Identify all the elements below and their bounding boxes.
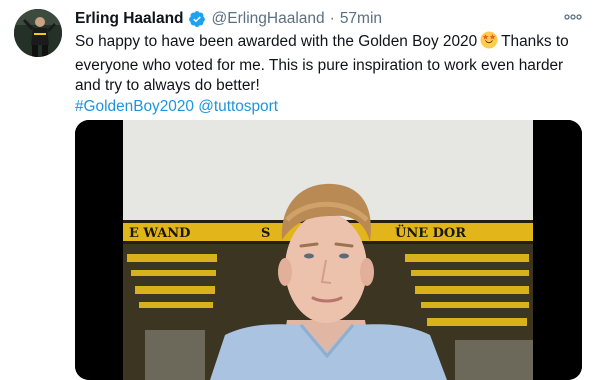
banner-text-mid: S <box>261 226 270 241</box>
author-handle[interactable]: @ErlingHaaland <box>212 10 325 28</box>
tweet-timestamp[interactable]: 57min <box>340 10 382 28</box>
tweet-text-part: Thanks to <box>501 33 569 50</box>
avatar-photo <box>14 9 62 57</box>
tweet: Erling Haaland @ErlingHaaland · 57min So… <box>0 0 600 380</box>
tweet-header: Erling Haaland @ErlingHaaland · 57min <box>75 9 382 29</box>
banner-text-right: ÜNE DOR <box>395 224 466 241</box>
tweet-text-part: So happy to have been awarded with the G… <box>75 33 478 50</box>
tweet-links-line: #GoldenBoy2020 @tuttosport <box>75 97 587 118</box>
tweet-line-3: and try to always do better! <box>75 77 260 95</box>
hashtag-link[interactable]: #GoldenBoy2020 <box>75 98 194 115</box>
banner-text-left: E WAND <box>129 226 190 241</box>
more-options-icon[interactable] <box>562 8 584 26</box>
separator-dot: · <box>329 10 335 27</box>
avatar[interactable] <box>14 9 62 57</box>
tweet-text: So happy to have been awarded with the G… <box>75 31 587 117</box>
display-name[interactable]: Erling Haaland <box>75 10 184 28</box>
tweet-line-1: So happy to have been awarded with the G… <box>75 31 587 56</box>
mention-link[interactable]: @tuttosport <box>198 98 278 115</box>
star-struck-emoji <box>480 31 498 56</box>
tweet-line-2: everyone who voted for me. This is pure … <box>75 56 564 74</box>
verified-badge-icon <box>188 10 206 28</box>
video-player[interactable]: E WAND S ÜNE DOR <box>75 120 582 380</box>
video-thumbnail: E WAND S ÜNE DOR <box>75 120 582 380</box>
